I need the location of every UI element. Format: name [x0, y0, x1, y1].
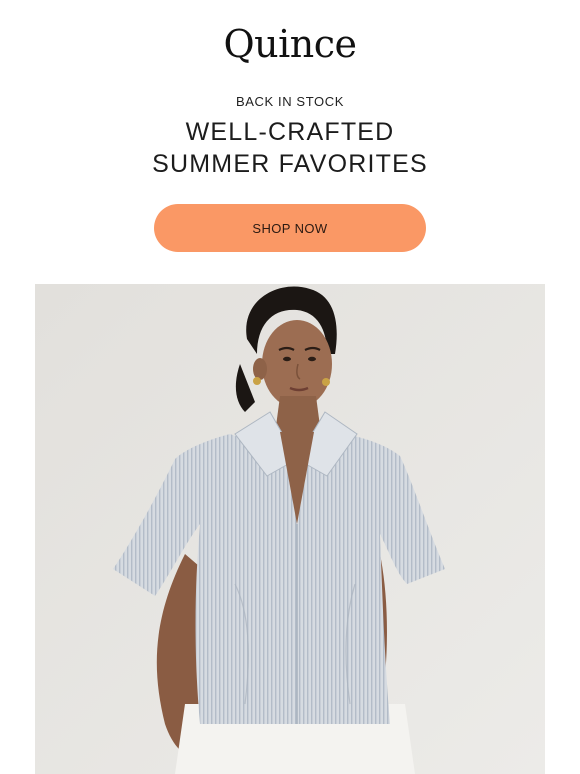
eyebrow-text: BACK IN STOCK — [236, 94, 344, 109]
headline: WELL-CRAFTED SUMMER FAVORITES — [0, 116, 580, 180]
headline-line-1: WELL-CRAFTED — [185, 118, 395, 146]
shop-now-button[interactable]: SHOP NOW — [154, 204, 426, 252]
model-photo-icon — [35, 284, 545, 774]
brand-logo[interactable]: Quince — [0, 22, 580, 66]
hero-image[interactable] — [35, 284, 545, 774]
headline-line-2: SUMMER FAVORITES — [152, 150, 428, 178]
